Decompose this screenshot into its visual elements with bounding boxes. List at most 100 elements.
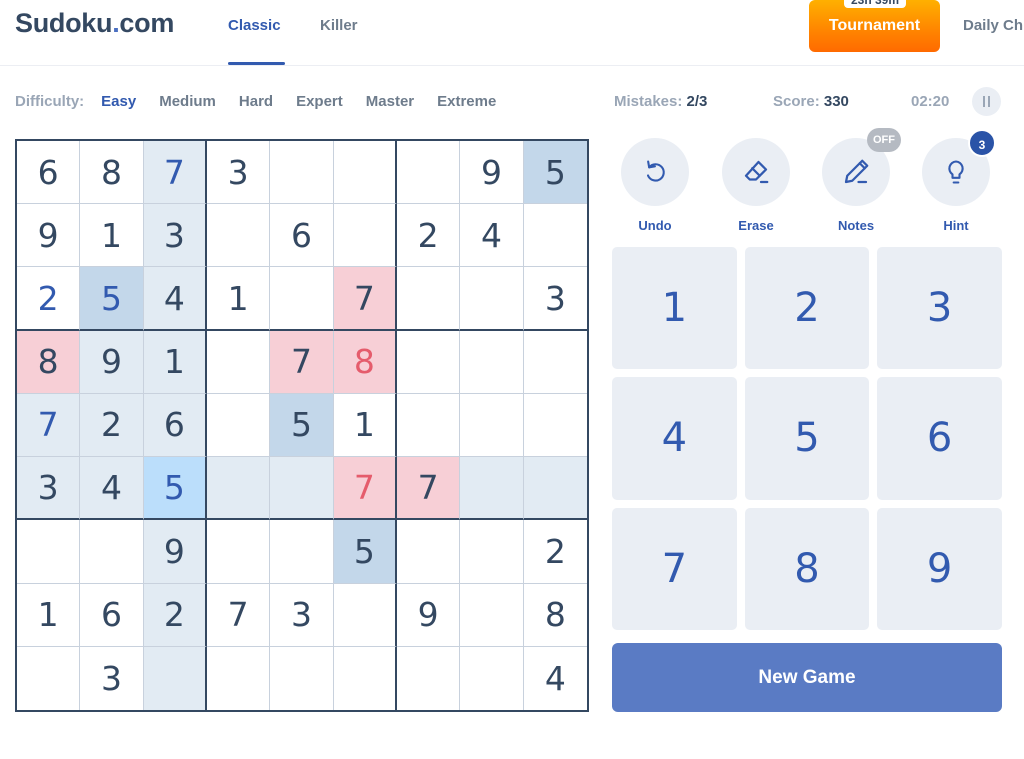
daily-challenges-link[interactable]: Daily Ch <box>963 17 1023 34</box>
board-cell-r8c3[interactable]: 2 <box>143 583 207 647</box>
board-cell-r7c9[interactable]: 2 <box>523 520 587 584</box>
board-cell-r7c3[interactable]: 9 <box>143 520 207 584</box>
board-cell-r3c3[interactable]: 4 <box>143 267 207 331</box>
board-cell-r1c8[interactable]: 9 <box>460 141 524 205</box>
board-cell-r1c6[interactable] <box>333 141 397 205</box>
board-cell-r8c9[interactable]: 8 <box>523 583 587 647</box>
new-game-button[interactable]: New Game <box>612 643 1002 712</box>
board-cell-r9c1[interactable] <box>17 646 81 710</box>
board-cell-r8c6[interactable] <box>333 583 397 647</box>
board-cell-r5c7[interactable] <box>396 393 461 458</box>
board-cell-r4c1[interactable]: 8 <box>17 330 81 394</box>
board-cell-r7c7[interactable] <box>396 520 461 584</box>
board-cell-r1c1[interactable]: 6 <box>17 141 81 205</box>
board-cell-r7c4[interactable] <box>206 520 271 584</box>
difficulty-medium[interactable]: Medium <box>159 93 216 110</box>
board-cell-r2c6[interactable] <box>333 204 397 268</box>
board-cell-r5c9[interactable] <box>523 393 587 458</box>
board-cell-r8c5[interactable]: 3 <box>270 583 334 647</box>
board-cell-r4c7[interactable] <box>396 330 461 394</box>
board-cell-r5c2[interactable]: 2 <box>80 393 144 458</box>
board-cell-r2c8[interactable]: 4 <box>460 204 524 268</box>
numpad-key-4[interactable]: 4 <box>612 377 737 500</box>
difficulty-expert[interactable]: Expert <box>296 93 343 110</box>
board-cell-r6c1[interactable]: 3 <box>17 457 81 521</box>
board-cell-r1c2[interactable]: 8 <box>80 141 144 205</box>
board-cell-r5c5[interactable]: 5 <box>270 393 334 458</box>
numpad-key-5[interactable]: 5 <box>744 377 870 500</box>
board-cell-r6c3[interactable]: 5 <box>143 457 207 521</box>
board-cell-r2c2[interactable]: 1 <box>80 204 144 268</box>
board-cell-r8c1[interactable]: 1 <box>17 583 81 647</box>
difficulty-extreme[interactable]: Extreme <box>437 93 496 110</box>
board-cell-r4c5[interactable]: 7 <box>270 330 334 394</box>
board-cell-r2c4[interactable] <box>206 204 271 268</box>
board-cell-r4c2[interactable]: 9 <box>80 330 144 394</box>
board-cell-r7c8[interactable] <box>460 520 524 584</box>
board-cell-r5c8[interactable] <box>460 393 524 458</box>
board-cell-r2c7[interactable]: 2 <box>396 204 461 268</box>
board-cell-r9c3[interactable] <box>143 646 207 710</box>
board-cell-r5c3[interactable]: 6 <box>143 393 207 458</box>
board-cell-r5c6[interactable]: 1 <box>333 393 397 458</box>
board-cell-r9c8[interactable] <box>460 646 524 710</box>
board-cell-r3c7[interactable] <box>396 267 461 331</box>
hint-button[interactable]: 3 Hint <box>921 129 996 233</box>
board-cell-r7c2[interactable] <box>80 520 144 584</box>
tab-killer[interactable]: Killer <box>320 17 358 34</box>
board-cell-r4c9[interactable] <box>523 330 587 394</box>
board-cell-r3c1[interactable]: 2 <box>17 267 81 331</box>
tournament-button[interactable]: 23h 39m Tournament <box>809 0 940 52</box>
numpad-key-9[interactable]: 9 <box>877 507 1002 630</box>
board-cell-r4c6[interactable]: 8 <box>333 330 397 394</box>
board-cell-r3c4[interactable]: 1 <box>206 267 271 331</box>
board-cell-r6c8[interactable] <box>460 457 524 521</box>
board-cell-r9c7[interactable] <box>396 646 461 710</box>
board-cell-r1c5[interactable] <box>270 141 334 205</box>
board-cell-r8c7[interactable]: 9 <box>396 583 461 647</box>
numpad-key-3[interactable]: 3 <box>877 247 1002 370</box>
board-cell-r3c6[interactable]: 7 <box>333 267 397 331</box>
numpad-key-2[interactable]: 2 <box>744 247 870 370</box>
erase-button[interactable]: Erase <box>721 138 791 233</box>
board-cell-r9c4[interactable] <box>206 646 271 710</box>
difficulty-hard[interactable]: Hard <box>239 93 273 110</box>
tab-classic[interactable]: Classic <box>228 17 281 34</box>
numpad-key-6[interactable]: 6 <box>877 377 1002 500</box>
board-cell-r3c9[interactable]: 3 <box>523 267 587 331</box>
board-cell-r4c8[interactable] <box>460 330 524 394</box>
board-cell-r5c1[interactable]: 7 <box>17 393 81 458</box>
board-cell-r9c9[interactable]: 4 <box>523 646 587 710</box>
board-cell-r7c1[interactable] <box>17 520 81 584</box>
undo-button[interactable]: Undo <box>620 138 690 233</box>
board-cell-r5c4[interactable] <box>206 393 271 458</box>
board-cell-r2c3[interactable]: 3 <box>143 204 207 268</box>
board-cell-r4c3[interactable]: 1 <box>143 330 207 394</box>
board-cell-r6c6[interactable]: 7 <box>333 457 397 521</box>
board-cell-r3c2[interactable]: 5 <box>80 267 144 331</box>
board-cell-r9c6[interactable] <box>333 646 397 710</box>
board-cell-r9c5[interactable] <box>270 646 334 710</box>
board-cell-r2c9[interactable] <box>523 204 587 268</box>
board-cell-r6c9[interactable] <box>523 457 587 521</box>
board-cell-r1c7[interactable] <box>396 141 461 205</box>
board-cell-r3c8[interactable] <box>460 267 524 331</box>
numpad-key-7[interactable]: 7 <box>612 507 737 630</box>
board-cell-r8c8[interactable] <box>460 583 524 647</box>
board-cell-r1c9[interactable]: 5 <box>523 141 587 205</box>
board-cell-r6c7[interactable]: 7 <box>396 457 461 521</box>
board-cell-r2c1[interactable]: 9 <box>17 204 81 268</box>
board-cell-r6c5[interactable] <box>270 457 334 521</box>
board-cell-r1c4[interactable]: 3 <box>206 141 271 205</box>
board-cell-r6c2[interactable]: 4 <box>80 457 144 521</box>
notes-button[interactable]: OFF Notes <box>821 128 901 233</box>
board-cell-r8c4[interactable]: 7 <box>206 583 271 647</box>
board-cell-r8c2[interactable]: 6 <box>80 583 144 647</box>
board-cell-r6c4[interactable] <box>206 457 271 521</box>
board-cell-r9c2[interactable]: 3 <box>80 646 144 710</box>
board-cell-r2c5[interactable]: 6 <box>270 204 334 268</box>
board-cell-r4c4[interactable] <box>206 330 271 394</box>
numpad-key-1[interactable]: 1 <box>612 247 737 370</box>
difficulty-master[interactable]: Master <box>366 93 414 110</box>
numpad-key-8[interactable]: 8 <box>744 507 870 630</box>
